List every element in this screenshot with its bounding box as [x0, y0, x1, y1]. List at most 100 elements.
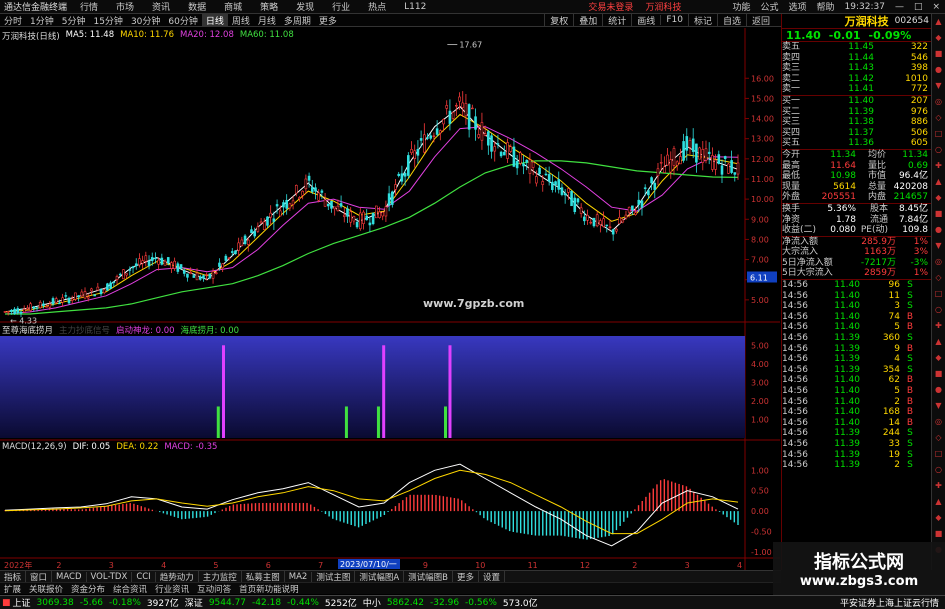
- minimize-icon[interactable]: —: [890, 2, 909, 12]
- indicator-tab[interactable]: 设置: [479, 570, 506, 583]
- indicator-tab[interactable]: 趋势动力: [156, 570, 199, 583]
- side-tool-icon[interactable]: ■: [932, 46, 945, 62]
- close-icon[interactable]: ×: [927, 2, 945, 12]
- side-tool-icon[interactable]: ▼: [932, 78, 945, 94]
- index-name[interactable]: 深证: [185, 596, 209, 609]
- chart-area[interactable]: 16.00 15.00 14.00 13.00 12.00 11.00 10.00 9.00 8…: [0, 28, 780, 570]
- indicator-tab[interactable]: VOL-TDX: [87, 571, 133, 582]
- kline-chart[interactable]: 16.00 15.00 14.00 13.00 12.00 11.00 10.00 9.00 8…: [0, 28, 780, 570]
- side-tool-icon[interactable]: ○: [932, 142, 945, 158]
- side-tool-icon[interactable]: ■: [932, 526, 945, 542]
- tool-button[interactable]: 画线: [631, 13, 660, 27]
- menu-item[interactable]: 行情: [71, 0, 107, 13]
- period-tab[interactable]: 分时: [0, 14, 26, 27]
- side-tool-icon[interactable]: ◆: [932, 30, 945, 46]
- side-tool-icon[interactable]: ●: [932, 62, 945, 78]
- tool-button[interactable]: 复权: [544, 13, 573, 27]
- side-tool-icon[interactable]: ▲: [932, 334, 945, 350]
- side-tool-icon[interactable]: ✚: [932, 478, 945, 494]
- tool-button[interactable]: 自选: [716, 13, 746, 27]
- side-tool-icon[interactable]: □: [932, 126, 945, 142]
- indicator-tab[interactable]: 测试主图: [312, 570, 356, 583]
- menu-item[interactable]: 市场: [107, 0, 143, 13]
- menu-item[interactable]: 功能: [727, 0, 755, 13]
- side-tool-icon[interactable]: ●: [932, 382, 945, 398]
- info-tab[interactable]: 首页新功能说明: [235, 583, 303, 595]
- indicator-tab[interactable]: 测试幅图B: [404, 570, 453, 583]
- side-tool-icon[interactable]: ◎: [932, 94, 945, 110]
- indicator-tab[interactable]: 私募主图: [242, 570, 285, 583]
- period-tab[interactable]: 5分钟: [58, 14, 90, 27]
- side-tool-icon[interactable]: □: [932, 446, 945, 462]
- period-tab-daily[interactable]: 日线: [201, 13, 228, 27]
- indicator-tab[interactable]: 指标: [0, 570, 27, 583]
- tool-button[interactable]: 返回: [745, 13, 775, 27]
- indicator-tab[interactable]: 更多: [453, 570, 480, 583]
- indicator-tab[interactable]: 主力监控: [199, 570, 242, 583]
- tool-button[interactable]: 统计: [602, 13, 631, 27]
- tool-button[interactable]: 叠加: [573, 13, 602, 27]
- indicator-tab[interactable]: MA2: [285, 571, 313, 582]
- indicator-tab[interactable]: CCI: [132, 571, 156, 582]
- menu-item[interactable]: 资讯: [143, 0, 179, 13]
- side-tool-icon[interactable]: ◆: [932, 510, 945, 526]
- info-tab[interactable]: 资金分布: [67, 583, 109, 595]
- side-tool-icon[interactable]: ▼: [932, 398, 945, 414]
- maximize-icon[interactable]: □: [909, 2, 928, 12]
- period-tab[interactable]: 30分钟: [127, 14, 164, 27]
- side-tool-icon[interactable]: ◇: [932, 430, 945, 446]
- menu-item[interactable]: 发现: [287, 0, 323, 13]
- period-tab[interactable]: 月线: [254, 14, 280, 27]
- period-tab[interactable]: 60分钟: [164, 14, 201, 27]
- info-tab[interactable]: 互动问答: [193, 583, 235, 595]
- side-tool-icon[interactable]: ◆: [932, 190, 945, 206]
- menu-item[interactable]: L112: [395, 2, 435, 12]
- menu-item[interactable]: 公式: [755, 0, 783, 13]
- info-tab[interactable]: 综合资讯: [109, 583, 151, 595]
- period-tab[interactable]: 更多: [315, 14, 341, 27]
- indicator-tab[interactable]: MACD: [52, 571, 87, 582]
- side-tool-icon[interactable]: ○: [932, 462, 945, 478]
- info-tab[interactable]: 行业资讯: [151, 583, 193, 595]
- period-tab[interactable]: 多周期: [280, 14, 315, 27]
- info-tab[interactable]: 扩展: [0, 583, 25, 595]
- info-tab[interactable]: 关联报价: [25, 583, 67, 595]
- side-tool-icon[interactable]: ◆: [932, 350, 945, 366]
- trade-login-link[interactable]: 交易未登录: [582, 0, 639, 13]
- stock-name-link[interactable]: 万润科技: [639, 0, 687, 13]
- side-tool-icon[interactable]: ●: [932, 222, 945, 238]
- tool-button[interactable]: 标记: [687, 13, 717, 27]
- side-tool-icon[interactable]: ■: [932, 366, 945, 382]
- side-tool-icon[interactable]: □: [932, 286, 945, 302]
- clock: 19:32:37: [844, 1, 885, 12]
- side-tool-icon[interactable]: ▲: [932, 494, 945, 510]
- menu-item[interactable]: 行业: [323, 0, 359, 13]
- tool-button[interactable]: F10: [660, 15, 688, 25]
- side-tool-icon[interactable]: ✚: [932, 318, 945, 334]
- side-tool-icon[interactable]: ✚: [932, 158, 945, 174]
- side-tool-icon[interactable]: ▼: [932, 238, 945, 254]
- menu-item[interactable]: 商城: [215, 0, 251, 13]
- side-tool-icon[interactable]: ▲: [932, 14, 945, 30]
- menu-item[interactable]: 热点: [359, 0, 395, 13]
- period-tab[interactable]: 周线: [228, 14, 254, 27]
- menu-item[interactable]: 选项: [783, 0, 811, 13]
- side-tool-icon[interactable]: ◇: [932, 270, 945, 286]
- indicator-tab[interactable]: 窗口: [26, 570, 53, 583]
- menu-item[interactable]: 数据: [179, 0, 215, 13]
- indicator-tab[interactable]: 测试幅图A: [355, 570, 405, 583]
- period-tab[interactable]: 1分钟: [26, 14, 58, 27]
- index-name[interactable]: 上证: [13, 596, 37, 609]
- menu-item[interactable]: 帮助: [812, 0, 840, 13]
- tick-price: 11.40: [834, 301, 860, 312]
- side-tool-icon[interactable]: ▲: [932, 174, 945, 190]
- side-tool-icon[interactable]: ◎: [932, 414, 945, 430]
- tick-list[interactable]: 14:56 11.40 96 S 14:56 11.40 11 S 14:56 11.40 3 S 14…: [782, 280, 931, 471]
- index-name[interactable]: 中小: [363, 596, 387, 609]
- side-tool-icon[interactable]: ○: [932, 302, 945, 318]
- side-tool-icon[interactable]: ■: [932, 206, 945, 222]
- side-tool-icon[interactable]: ◇: [932, 110, 945, 126]
- menu-item[interactable]: 策略: [251, 0, 287, 13]
- side-tool-icon[interactable]: ◎: [932, 254, 945, 270]
- period-tab[interactable]: 15分钟: [89, 14, 126, 27]
